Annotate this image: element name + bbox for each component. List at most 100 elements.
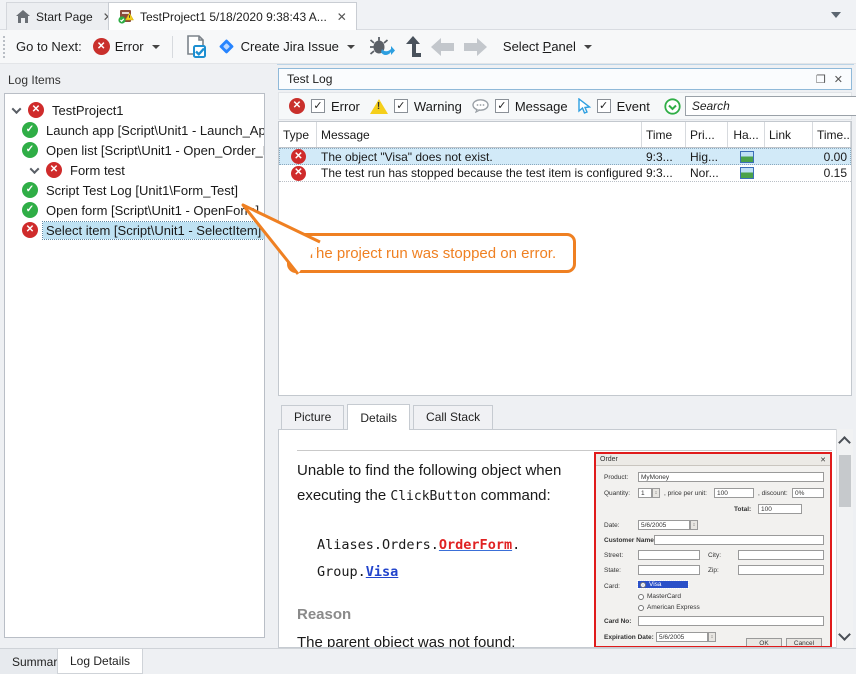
error-icon: ✕ [28, 102, 44, 118]
close-icon[interactable]: ✕ [834, 73, 843, 86]
date-value: 5/6/2005 [638, 520, 690, 530]
col-time-diff[interactable]: Time... [813, 122, 851, 147]
event-checkbox[interactable]: ✓ [597, 99, 611, 113]
filter-message-label: Message [515, 99, 568, 114]
error-checkbox[interactable]: ✓ [311, 99, 325, 113]
col-time[interactable]: Time [642, 122, 686, 147]
filter-message[interactable]: ✓ Message [472, 99, 568, 114]
expiration-date-label: Expiration Date: [604, 634, 654, 641]
search-input[interactable] [685, 96, 856, 116]
test-log-caption[interactable]: Test Log ❒ ✕ [278, 68, 852, 90]
create-jira-label: Create Jira Issue [241, 39, 339, 54]
chevron-down-icon[interactable] [584, 45, 592, 49]
run-from-item-button[interactable] [364, 33, 400, 61]
error-icon: ✕ [291, 149, 306, 164]
jira-icon [217, 37, 236, 56]
reason-heading: Reason [297, 606, 351, 623]
log-toolbar: Go to Next: ✕ Error Create Jira Issue [0, 30, 856, 64]
tree-item-open-form[interactable]: ✓ Open form [Script\Unit1 - OpenForm] [5, 200, 264, 220]
col-message[interactable]: Message [317, 122, 642, 147]
tab-label: TestProject1 5/18/2020 9:38:43 A... [140, 10, 327, 24]
log-row-stopped-error[interactable]: ✕ The test run has stopped because the t… [279, 165, 851, 182]
expiration-date-value: 5/6/2005 [656, 632, 708, 642]
order-form-screenshot: Order ✕ Product: MyMoney Quantity: 1 ↕ ,… [594, 452, 832, 648]
log-filter-bar: ✕ ✓ Error ✓ Warning ✓ Message [278, 92, 852, 120]
orderform-link[interactable]: OrderForm [439, 537, 512, 553]
log-row-visa-error[interactable]: ✕ The object "Visa" does not exist. 9:3.… [279, 148, 851, 165]
chevron-down-icon[interactable] [12, 104, 22, 114]
back-button[interactable] [426, 35, 459, 59]
go-to-next-label: Go to Next: [16, 39, 82, 54]
tree-item-select-item[interactable]: ✕ Select item [Script\Unit1 - SelectItem… [5, 220, 264, 240]
details-divider [297, 450, 832, 451]
error-icon: ✕ [291, 166, 306, 181]
col-priority[interactable]: Pri... [686, 122, 728, 147]
toolbar-grip[interactable] [3, 36, 8, 58]
visa-link[interactable]: Visa [366, 564, 399, 580]
event-cursor-icon [578, 98, 591, 114]
tab-call-stack[interactable]: Call Stack [413, 405, 493, 429]
picture-icon[interactable] [740, 151, 754, 163]
success-icon: ✓ [22, 202, 38, 218]
create-jira-issue-button[interactable]: Create Jira Issue [212, 34, 360, 59]
tree-item-launch-app[interactable]: ✓ Launch app [Script\Unit1 - Launch_App] [5, 120, 264, 140]
report-check-icon [185, 35, 207, 59]
error-icon: ✕ [46, 162, 62, 178]
annotation-callout: The project run was stopped on error. [287, 233, 576, 273]
card-no-label: Card No: [604, 618, 631, 625]
chevron-down-icon[interactable] [152, 45, 160, 49]
row-time-diff: 0.00 [813, 148, 851, 165]
chevron-down-icon[interactable] [347, 45, 355, 49]
warning-checkbox[interactable]: ✓ [394, 99, 408, 113]
error-button-label: Error [115, 39, 144, 54]
tree-item-testproject1[interactable]: ✕ TestProject1 [5, 100, 264, 120]
state-field [638, 565, 700, 575]
cancel-button: Cancel [786, 638, 822, 648]
test-log-panel: Test Log ❒ ✕ ✕ ✓ Error ✓ Warning [277, 64, 854, 648]
scroll-down-icon[interactable] [838, 628, 851, 641]
tree-item-form-test[interactable]: ✕ Form test [5, 160, 264, 180]
grid-header-row: Type Message Time Pri... Ha... Link Time… [279, 122, 851, 148]
row-time: 9:3... [642, 165, 686, 181]
create-report-button[interactable] [180, 32, 212, 62]
street-label: Street: [604, 552, 623, 559]
annotation-callout-tail [238, 198, 328, 278]
close-icon: ✕ [820, 456, 826, 464]
details-scrollbar[interactable] [836, 429, 853, 648]
order-dialog-title: Order [600, 456, 618, 463]
row-message: The test run has stopped because the tes… [317, 165, 642, 181]
scroll-up-icon[interactable] [838, 436, 851, 449]
maximize-icon[interactable]: ❒ [816, 73, 826, 86]
tab-list-chevron-down-icon[interactable] [830, 10, 842, 20]
col-type[interactable]: Type [279, 122, 317, 147]
chevron-down-icon[interactable] [30, 164, 40, 174]
tab-test-log[interactable]: TestProject1 5/18/2020 9:38:43 A... ✕ [108, 2, 357, 30]
tree-item-script-test-log[interactable]: ✓ Script Test Log [Unit1\Form_Test] [5, 180, 264, 200]
bottom-tabbar: Summary Log Details [0, 648, 856, 673]
success-icon: ✓ [22, 122, 38, 138]
total-value: 100 [758, 504, 802, 514]
col-has-picture[interactable]: Ha... [728, 122, 765, 147]
select-panel-button[interactable]: Select Panel [498, 36, 597, 57]
tree-item-open-list[interactable]: ✓ Open list [Script\Unit1 - Open_Order_L… [5, 140, 264, 160]
col-link[interactable]: Link [765, 122, 813, 147]
close-icon[interactable]: ✕ [337, 10, 347, 24]
tab-details[interactable]: Details [347, 404, 410, 430]
scrollbar-thumb[interactable] [839, 455, 851, 507]
tab-log-details[interactable]: Log Details [57, 649, 143, 674]
message-checkbox[interactable]: ✓ [495, 99, 509, 113]
quantity-value: 1 [638, 488, 652, 498]
forward-button[interactable] [459, 35, 492, 59]
tab-picture[interactable]: Picture [281, 405, 344, 429]
picture-icon[interactable] [740, 167, 754, 179]
filter-warning[interactable]: ✓ Warning [370, 99, 462, 114]
product-value: MyMoney [638, 472, 824, 482]
search-scope-icon[interactable] [664, 98, 681, 115]
warning-icon [370, 99, 388, 114]
filter-error[interactable]: ✕ ✓ Error [289, 98, 360, 114]
go-up-button[interactable] [400, 33, 426, 60]
quantity-stepper: ↕ [652, 488, 660, 498]
tab-start-page[interactable]: Start Page ✕ [6, 2, 123, 30]
go-to-next-error-button[interactable]: ✕ Error [88, 35, 165, 58]
filter-event[interactable]: ✓ Event [578, 98, 650, 114]
